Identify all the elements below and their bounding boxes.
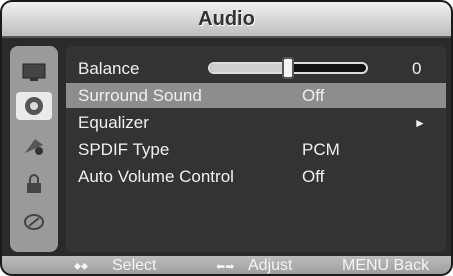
equalizer-row[interactable]: Equalizer ►	[66, 110, 446, 135]
title-bar: Audio	[2, 2, 451, 38]
spdif-type-label: SPDIF Type	[78, 139, 170, 159]
input-icon[interactable]	[16, 208, 52, 236]
surround-sound-label: Surround Sound	[78, 85, 202, 105]
lock-icon[interactable]	[16, 170, 52, 198]
auto-volume-control-row[interactable]: Auto Volume Control Off	[66, 164, 446, 189]
surround-sound-value: Off	[302, 85, 325, 105]
audio-menu-window: Audio Balance 0 Surround Sound Off Equal…	[0, 0, 453, 276]
footer-hint-bar: ⬥⬥ Select ⬅➡ Adjust MENU Back	[2, 256, 451, 274]
menu-title: Audio	[198, 7, 255, 30]
chevron-right-icon: ►	[414, 115, 426, 130]
balance-label: Balance	[78, 58, 140, 78]
audio-icon[interactable]	[16, 92, 52, 120]
menu-list: Balance 0 Surround Sound Off Equalizer ►…	[66, 46, 446, 252]
select-arrows-icon: ⬥⬥	[74, 260, 88, 272]
category-sidebar	[10, 46, 58, 252]
auto-volume-control-label: Auto Volume Control	[78, 166, 234, 186]
balance-slider-knob[interactable]	[282, 57, 294, 79]
menu-back-hint: MENU Back	[342, 257, 430, 274]
spdif-type-row[interactable]: SPDIF Type PCM	[66, 137, 446, 162]
spdif-type-value: PCM	[302, 139, 340, 159]
adjust-hint: Adjust	[248, 257, 293, 274]
auto-volume-control-value: Off	[302, 166, 325, 186]
settings-icon[interactable]	[16, 132, 52, 160]
adjust-arrows-icon: ⬅➡	[216, 260, 235, 273]
surround-sound-row[interactable]: Surround Sound Off	[66, 83, 446, 108]
picture-icon[interactable]	[16, 58, 52, 86]
balance-row[interactable]: Balance 0	[66, 56, 446, 81]
equalizer-label: Equalizer	[78, 112, 149, 132]
balance-slider-fill	[210, 64, 288, 72]
select-hint: Select	[112, 257, 157, 274]
balance-value: 0	[412, 58, 422, 78]
